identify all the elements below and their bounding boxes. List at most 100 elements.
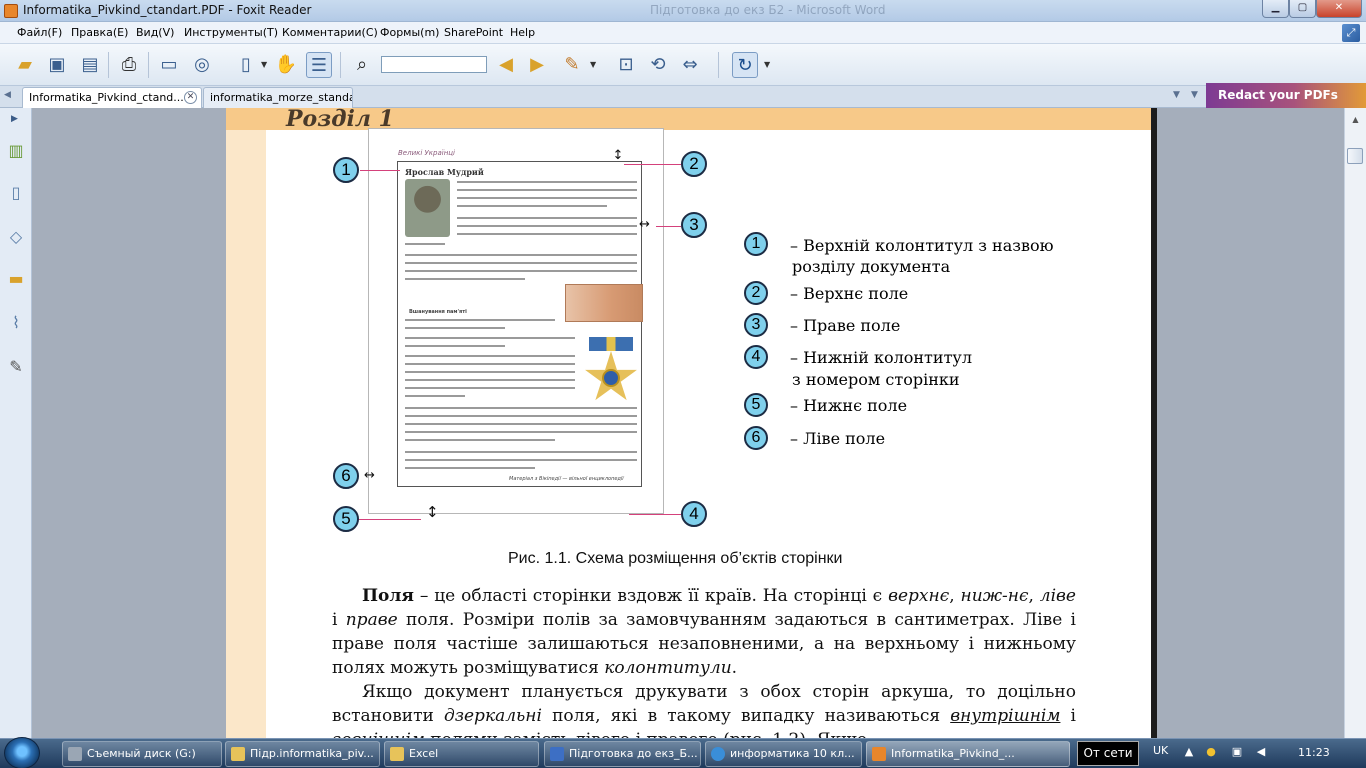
figure-text-line xyxy=(405,379,575,381)
network-icon[interactable]: ▣ xyxy=(1230,745,1244,759)
show-hidden-icons-icon[interactable]: ▲ xyxy=(1182,745,1196,759)
figure-heading: Ярослав Мудрий xyxy=(405,167,484,177)
menu-view[interactable]: Вид(V) xyxy=(136,26,174,39)
taskbar-item-foxit[interactable]: Informatika_Pivkind_... xyxy=(866,741,1070,767)
taskbar-item-removable-disk[interactable]: Съемный диск (G:) xyxy=(62,741,222,767)
word-icon xyxy=(550,747,564,761)
attachments-icon[interactable]: ⌇ xyxy=(5,312,27,334)
menu-comments[interactable]: Комментарии(C) xyxy=(282,26,378,39)
legend-text-2: – Верхнє поле xyxy=(790,284,909,303)
figure-text-line xyxy=(457,225,637,227)
comments-icon[interactable]: ▬ xyxy=(5,268,27,290)
notification-icon[interactable]: ● xyxy=(1204,745,1218,759)
figure-text-line xyxy=(405,319,555,321)
tabs-scroll-right-icon[interactable]: ▼ xyxy=(1173,90,1180,100)
text-run: і xyxy=(1060,706,1076,726)
vertical-scrollbar[interactable]: ▲ xyxy=(1344,108,1366,738)
menu-help[interactable]: Help xyxy=(510,26,535,39)
close-tab-icon[interactable]: ✕ xyxy=(184,91,197,104)
menu-sharepoint[interactable]: SharePoint xyxy=(444,26,503,39)
figure-text-line xyxy=(405,355,575,357)
text-run: полями замість лівого і правого (рис. 1.… xyxy=(425,730,867,738)
annotation-icon[interactable]: ✎ xyxy=(559,52,585,78)
layers-icon[interactable]: ◇ xyxy=(5,226,27,248)
fit-width-icon[interactable]: ⇔ xyxy=(677,52,703,78)
term-top: верхнє xyxy=(888,586,950,606)
figure-text-line xyxy=(405,459,637,461)
start-button[interactable] xyxy=(4,737,40,768)
paragraph-1: Поля – це області сторінки вздовж її кра… xyxy=(332,586,1076,678)
save-icon[interactable]: ▣ xyxy=(44,52,70,78)
find-next-icon[interactable]: ▶ xyxy=(524,52,550,78)
tabs-scroll-left-icon[interactable]: ◀ xyxy=(4,90,11,100)
open-folder-icon[interactable]: ▰ xyxy=(12,52,38,78)
legend-number-5: 5 xyxy=(744,393,768,417)
volume-icon[interactable]: ◀ xyxy=(1254,745,1268,759)
binoculars-icon[interactable]: ⌕ xyxy=(349,52,375,78)
menu-tools[interactable]: Инструменты(T) xyxy=(184,26,278,39)
figure-text-line xyxy=(457,197,637,199)
term-right: праве xyxy=(345,610,398,630)
menu-forms[interactable]: Формы(m) xyxy=(380,26,439,39)
legend-number-2: 2 xyxy=(744,281,768,305)
taskbar-label: информатика 10 кл... xyxy=(730,747,855,760)
hand-tool-icon[interactable]: ✋ xyxy=(273,52,299,78)
expand-panel-icon[interactable]: ▶ xyxy=(11,114,18,124)
save-as-icon[interactable]: ▤ xyxy=(77,52,103,78)
taskbar-item-folder[interactable]: Підр.informatika_piv... xyxy=(225,741,380,767)
select-text-icon[interactable]: ☰ xyxy=(306,52,332,78)
figure-text-line xyxy=(405,451,637,453)
legend-text-5: – Нижнє поле xyxy=(790,396,908,415)
document-view[interactable]: Розділ 1 Великі Українці Ярослав Мудрий xyxy=(32,108,1344,738)
term-fields: Поля xyxy=(362,586,414,606)
fit-page-icon[interactable]: ⟲ xyxy=(645,52,671,78)
folder-icon xyxy=(390,747,404,761)
pages-icon[interactable]: ▯ xyxy=(5,182,27,204)
taskbar-item-browser[interactable]: информатика 10 кл... xyxy=(705,741,862,767)
toolbar-separator xyxy=(340,52,341,78)
scroll-up-icon[interactable]: ▲ xyxy=(1348,112,1363,127)
tabs-list-icon[interactable]: ▼ xyxy=(1191,90,1198,100)
term-outer: зовнішнім xyxy=(332,730,425,738)
bookmarks-icon[interactable]: ▥ xyxy=(5,140,27,162)
actual-size-icon[interactable]: ⊡ xyxy=(613,52,639,78)
scroll-thumb[interactable] xyxy=(1347,148,1363,164)
figure-text-line xyxy=(405,407,637,409)
page-dropdown-icon[interactable]: ▼ xyxy=(261,60,267,69)
legend-number-1: 1 xyxy=(744,232,768,256)
clock[interactable]: 11:23 xyxy=(1298,746,1330,759)
rotate-view-icon[interactable]: ↻ xyxy=(732,52,758,78)
menu-file[interactable]: Файл(F) xyxy=(17,26,62,39)
figure-text-line xyxy=(405,415,637,417)
language-indicator[interactable]: UK xyxy=(1153,744,1168,757)
find-input[interactable] xyxy=(381,56,487,73)
left-margin-arrow-icon: ↔ xyxy=(364,468,375,483)
internet-explorer-icon xyxy=(711,747,725,761)
redact-promo-banner[interactable]: Redact your PDFs xyxy=(1206,83,1366,108)
print-icon[interactable]: ⎙ xyxy=(116,52,142,78)
taskbar-label: Підр.informatika_piv... xyxy=(250,747,374,760)
taskbar-item-word[interactable]: Підготовка до екз_Б... xyxy=(544,741,701,767)
term-mirror: дзеркальні xyxy=(443,706,542,726)
figure-text-line xyxy=(405,423,637,425)
figure-text-line xyxy=(405,467,535,469)
restore-layout-icon[interactable]: ⤢ xyxy=(1342,24,1360,42)
tab-document-2[interactable]: informatika_morze_standa... xyxy=(203,87,353,108)
tab-document-1[interactable]: Informatika_Pivkind_ctand... xyxy=(22,87,202,108)
monitor-icon[interactable]: ▭ xyxy=(156,52,182,78)
scan-icon[interactable]: ◎ xyxy=(189,52,215,78)
page-icon[interactable]: ▯ xyxy=(233,52,259,78)
find-previous-icon[interactable]: ◀ xyxy=(493,52,519,78)
term-bottom-part2: нє xyxy=(1007,586,1029,606)
taskbar-item-excel[interactable]: Excel xyxy=(384,741,539,767)
signature-icon[interactable]: ✎ xyxy=(5,356,27,378)
annotation-dropdown-icon[interactable]: ▼ xyxy=(590,60,596,69)
toolbar-separator xyxy=(148,52,149,78)
text-run: поля, які в такому випадку називаються xyxy=(541,706,951,726)
close-button[interactable]: ✕ xyxy=(1316,0,1362,18)
rotate-dropdown-icon[interactable]: ▼ xyxy=(764,60,770,69)
banknote-image xyxy=(565,284,643,322)
minimize-button[interactable]: ▁ xyxy=(1262,0,1289,18)
maximize-button[interactable]: ▢ xyxy=(1289,0,1316,18)
menu-edit[interactable]: Правка(E) xyxy=(71,26,128,39)
